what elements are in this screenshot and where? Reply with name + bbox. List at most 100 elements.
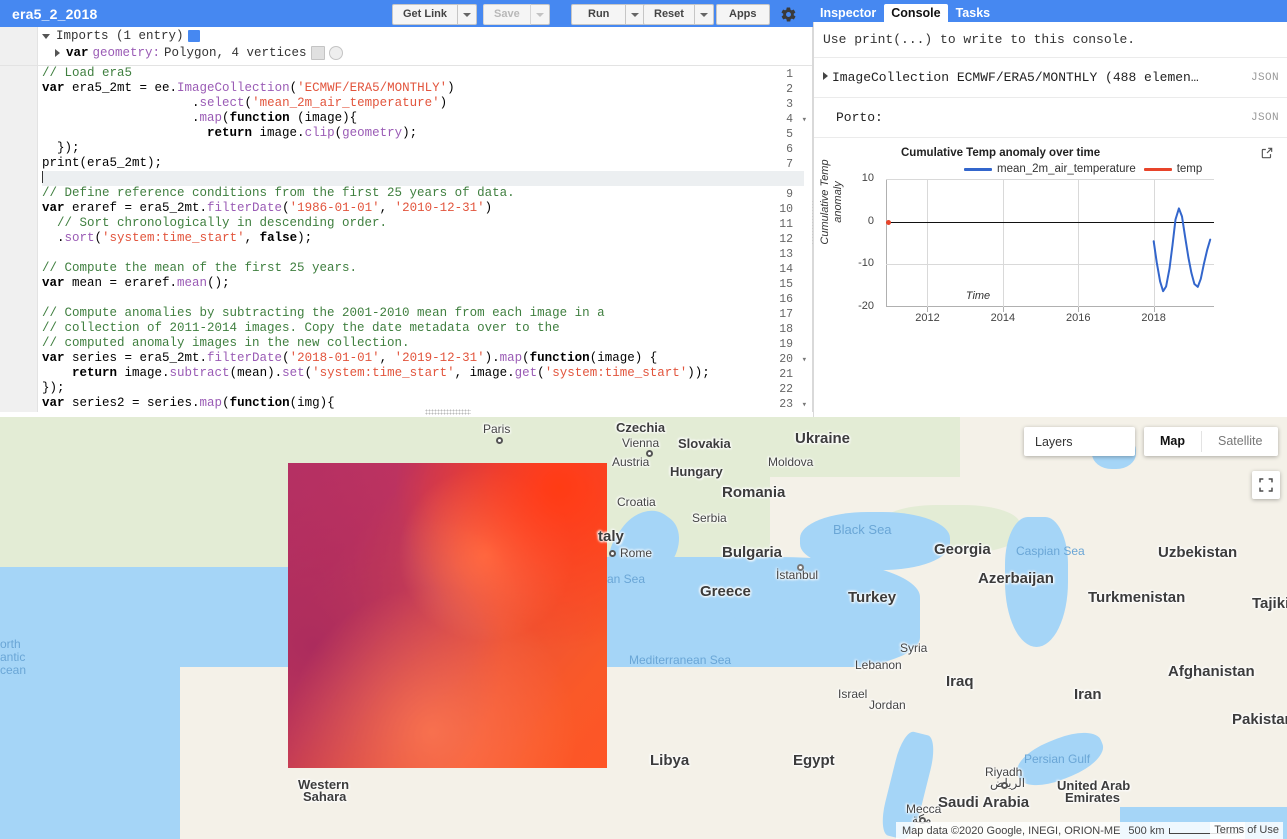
gear-icon[interactable] (310, 46, 325, 60)
legend-item-0[interactable]: mean_2m_air_temperature (964, 163, 1136, 175)
map-label-romania: Romania (722, 484, 786, 501)
gear-icon[interactable] (778, 4, 799, 25)
map-label-rome: Rome (620, 546, 653, 560)
map-type-map-button[interactable]: Map (1144, 427, 1201, 456)
map-label-libya: Libya (650, 752, 690, 769)
code-line[interactable]: var mean = eraref.mean(); (42, 276, 804, 291)
console-row-text: Porto: (836, 110, 883, 125)
json-link[interactable]: JSON (1251, 72, 1279, 84)
code-line[interactable]: .select('mean_2m_air_temperature') (42, 96, 804, 111)
map-label-syria: Syria (900, 641, 928, 655)
fullscreen-icon[interactable] (1252, 471, 1280, 499)
map-label-israel: Israel (838, 687, 868, 701)
imports-entry-description: Polygon, 4 vertices (164, 46, 307, 60)
tab-tasks[interactable]: Tasks (949, 4, 998, 22)
code-line[interactable]: // collection of 2011-2014 images. Copy … (42, 321, 804, 336)
run-button[interactable]: Run (571, 4, 627, 25)
console-tab-bar: Inspector Console Tasks (813, 0, 1287, 22)
city-marker-paris (496, 437, 503, 444)
imports-collapse-triangle-icon[interactable] (42, 33, 50, 39)
code-line[interactable]: // Load era5 (42, 66, 804, 81)
imports-entry-expand-triangle-icon[interactable] (55, 49, 60, 57)
series-line-mean_2m_air_temperature (1152, 207, 1212, 293)
save-button[interactable]: Save (483, 4, 531, 25)
code-line[interactable]: // Compute anomalies by subtracting the … (42, 306, 804, 321)
chart-legend: mean_2m_air_temperature temp (964, 163, 1202, 175)
map-type-satellite-button[interactable]: Satellite (1202, 427, 1278, 456)
code-line[interactable]: var series2 = series.map(function(img){ (42, 396, 804, 411)
terms-of-use-link[interactable]: Terms of Use (1210, 822, 1283, 839)
code-line[interactable]: }); (42, 141, 804, 156)
code-line[interactable]: var eraref = era5_2mt.filterDate('1986-0… (42, 201, 804, 216)
code-line[interactable]: // Compute the mean of the first 25 year… (42, 261, 804, 276)
console-row-imagecollection[interactable]: ImageCollection ECMWF/ERA5/MONTHLY (488 … (814, 57, 1287, 97)
legend-label: temp (1176, 163, 1203, 175)
legend-swatch (964, 167, 992, 171)
reset-dropdown-arrow[interactable] (694, 4, 714, 25)
code-line[interactable]: // Sort chronologically in descending or… (42, 216, 804, 231)
tab-console[interactable]: Console (884, 4, 948, 22)
code-line[interactable] (42, 246, 804, 261)
console-row-text: ImageCollection ECMWF/ERA5/MONTHLY (488 … (832, 70, 1199, 85)
city-marker-rome (609, 550, 616, 557)
horizontal-splitter-handle[interactable] (425, 409, 471, 415)
map-label-iraq: Iraq (946, 673, 974, 690)
json-link[interactable]: JSON (1251, 112, 1279, 124)
code-line[interactable]: return image.subtract(mean).set('system:… (42, 366, 804, 381)
city-marker-riyadh (1001, 782, 1008, 789)
console-chart: Cumulative Temp anomaly over time mean_2… (814, 137, 1287, 363)
map-label-emirates: Emirates (1065, 790, 1120, 805)
console-hint: Use print(...) to write to this console. (823, 32, 1136, 47)
code-line[interactable]: }); (42, 381, 804, 396)
target-icon[interactable] (328, 46, 343, 60)
imports-header-row[interactable]: Imports (1 entry) (42, 29, 200, 43)
expand-triangle-icon[interactable] (823, 72, 828, 80)
map-label-azerbaijan: Azerbaijan (978, 570, 1054, 587)
code-line[interactable]: return image.clip(geometry); (42, 126, 804, 141)
code-line[interactable]: .map(function (image){ (42, 111, 804, 126)
x-tick-label: 2014 (990, 312, 1016, 324)
get-link-button[interactable]: Get Link (392, 4, 459, 25)
map-label-greece: Greece (700, 583, 751, 600)
chart-series-paths (1152, 207, 1212, 293)
map-label-an-sea: an Sea (607, 572, 646, 586)
legend-item-1[interactable]: temp (1143, 163, 1203, 175)
apps-button[interactable]: Apps (716, 4, 770, 25)
map-view[interactable]: Paris Czechia Vienna Slovakia Ukraine Austria… (0, 417, 1287, 839)
x-tick-mark (1153, 307, 1155, 312)
code-line[interactable]: var era5_2mt = ee.ImageCollection('ECMWF… (42, 81, 804, 96)
map-label-saudi-arabia: Saudi Arabia (938, 794, 1030, 811)
reset-button[interactable]: Reset (643, 4, 695, 25)
map-label-turkey: Turkey (848, 589, 897, 606)
open-in-new-icon[interactable] (1260, 146, 1274, 160)
code-text-area[interactable]: 1234▾567891011121314151617181920▾212223▾… (0, 66, 812, 412)
y-tick-label: 0 (867, 214, 874, 227)
code-line[interactable] (42, 291, 804, 306)
code-line[interactable]: var series = era5_2mt.filterDate('2018-0… (42, 351, 804, 366)
y-tick-label: -20 (858, 300, 874, 312)
map-label-caspian-sea: Caspian Sea (1016, 544, 1085, 558)
tab-inspector[interactable]: Inspector (813, 4, 883, 22)
code-line[interactable]: print(era5_2mt); (42, 156, 804, 171)
layers-button[interactable]: Layers (1024, 427, 1135, 456)
legend-label: mean_2m_air_temperature (997, 163, 1136, 175)
map-label-bulgaria: Bulgaria (722, 544, 783, 561)
map-label-iran: Iran (1074, 686, 1102, 703)
console-row-porto: Porto: JSON (814, 97, 1287, 137)
map-label-egypt: Egypt (793, 752, 835, 769)
x-tick-mark (927, 307, 929, 312)
code-line[interactable]: // Define reference conditions from the … (42, 186, 804, 201)
code-line[interactable]: // computed anomaly images in the new co… (42, 336, 804, 351)
chart-x-axis-label: Time (965, 290, 991, 302)
x-tick-label: 2018 (1141, 312, 1166, 324)
imports-entry-row[interactable]: var geometry: Polygon, 4 vertices (55, 46, 343, 60)
get-link-dropdown-arrow[interactable] (458, 4, 478, 25)
code-line[interactable]: .sort('system:time_start', false); (42, 231, 804, 246)
code-line[interactable] (42, 171, 804, 186)
map-label-serbia: Serbia (692, 511, 727, 525)
save-group: Save (483, 4, 550, 25)
save-dropdown-arrow[interactable] (530, 4, 550, 25)
imports-list-icon[interactable] (187, 30, 200, 42)
city-marker-vienna (646, 450, 653, 457)
map-label-sahara: Sahara (303, 789, 347, 804)
